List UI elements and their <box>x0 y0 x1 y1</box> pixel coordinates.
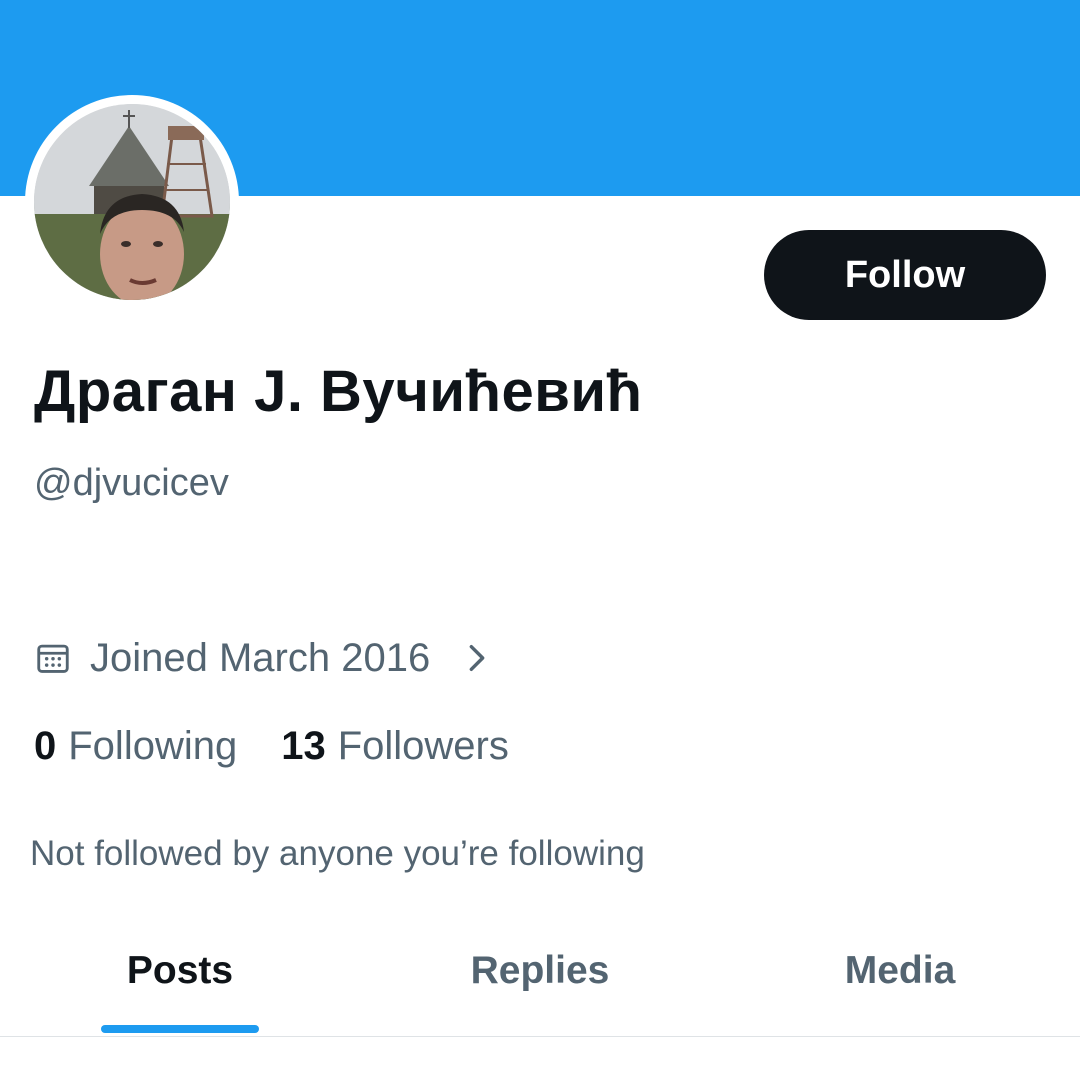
avatar[interactable] <box>25 95 239 309</box>
tab-media[interactable]: Media <box>720 930 1080 1036</box>
followers-count: 13 <box>281 723 326 768</box>
user-handle: @djvucicev <box>34 462 229 504</box>
display-name: Драган Ј. Вучићевић <box>34 359 643 424</box>
following-label: Following <box>68 723 238 768</box>
joined-date-label: Joined March 2016 <box>90 635 431 680</box>
tabs-divider <box>0 1036 1080 1037</box>
avatar-photo <box>34 104 230 300</box>
calendar-icon <box>37 644 69 673</box>
profile-tabs: Posts Replies Media <box>0 930 1080 1036</box>
joined-date-row[interactable]: Joined March 2016 <box>34 632 492 684</box>
following-count: 0 <box>34 723 57 768</box>
avatar-image <box>34 104 230 300</box>
active-tab-indicator <box>101 1025 259 1033</box>
follow-stats: 0 Following 13 Followers <box>34 720 509 772</box>
followers-stat[interactable]: 13 Followers <box>281 724 509 769</box>
following-stat[interactable]: 0 Following <box>34 724 237 769</box>
follow-button[interactable]: Follow <box>764 230 1046 320</box>
followed-by-text: Not followed by anyone you’re following <box>30 834 645 873</box>
followers-label: Followers <box>337 723 509 768</box>
tab-posts[interactable]: Posts <box>0 930 360 1036</box>
chevron-right-icon[interactable] <box>462 641 492 675</box>
tab-replies[interactable]: Replies <box>360 930 720 1036</box>
